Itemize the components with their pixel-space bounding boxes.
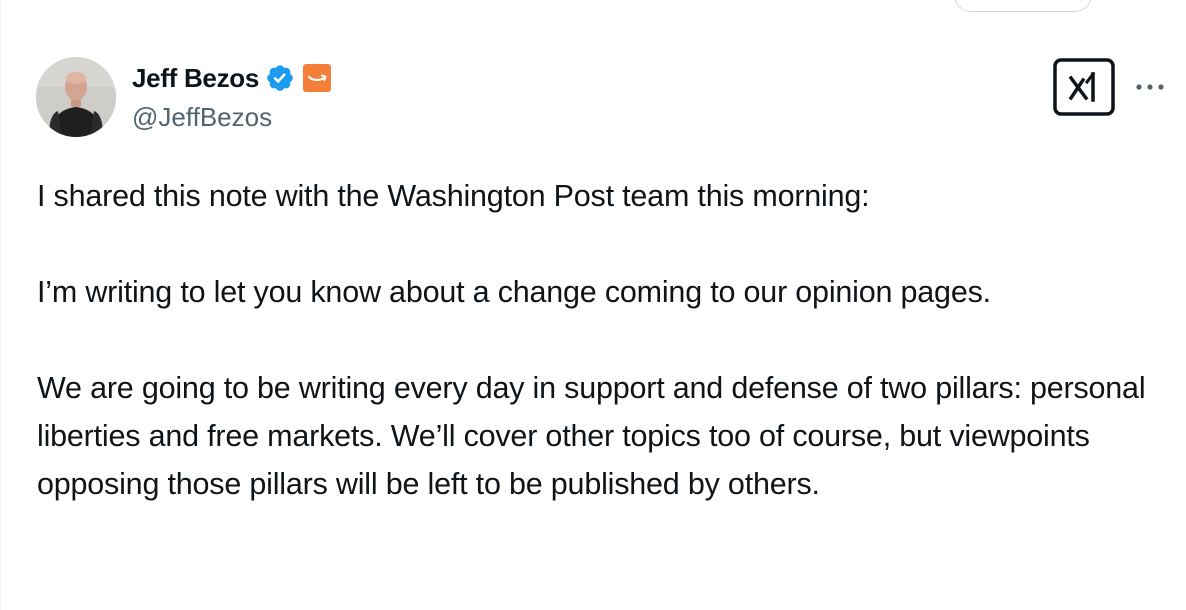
- tweet-text: I shared this note with the Washington P…: [37, 172, 1157, 508]
- verified-badge-icon[interactable]: [265, 63, 295, 93]
- more-options-icon[interactable]: [1133, 75, 1167, 99]
- avatar[interactable]: [36, 57, 116, 137]
- author-handle[interactable]: @JeffBezos: [132, 102, 272, 133]
- author-display-name[interactable]: Jeff Bezos: [132, 63, 259, 94]
- tweet-paragraph: I shared this note with the Washington P…: [37, 179, 870, 213]
- amazon-logo-icon[interactable]: [302, 63, 332, 93]
- avatar-image: [36, 57, 116, 137]
- author-name-row: Jeff Bezos: [132, 60, 332, 96]
- tweet-card: Jeff Bezos @JeffBezos I shared this note…: [0, 0, 1186, 610]
- grok-icon[interactable]: [1053, 58, 1115, 116]
- tweet-paragraph: We are going to be writing every day in …: [37, 371, 1146, 501]
- tweet-paragraph: I’m writing to let you know about a chan…: [37, 275, 991, 309]
- top-button-edge[interactable]: [954, 0, 1092, 12]
